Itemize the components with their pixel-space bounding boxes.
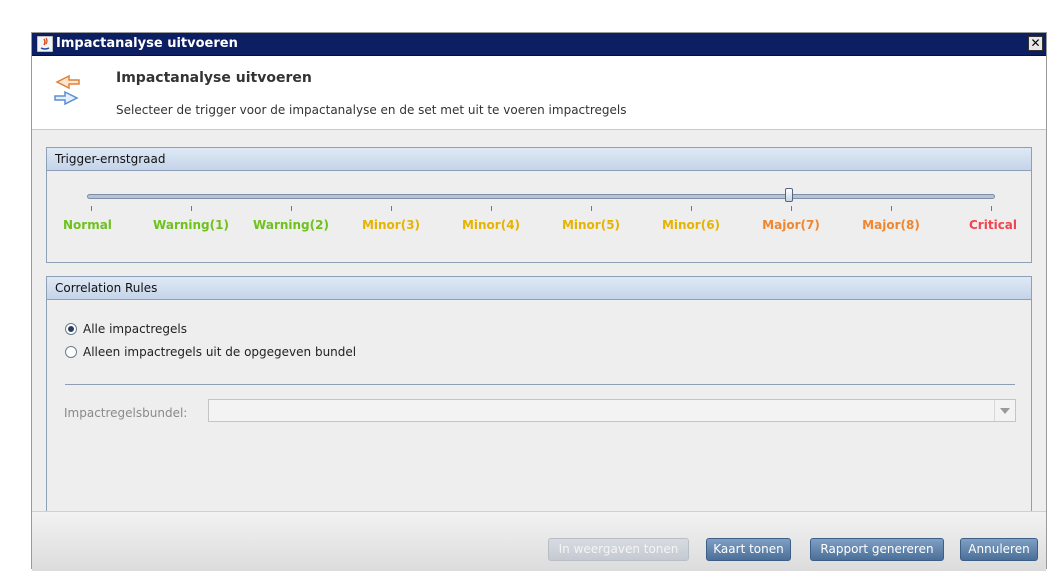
java-app-icon <box>37 36 53 52</box>
severity-tick <box>991 206 992 211</box>
radio-button-all-rules[interactable] <box>65 323 77 335</box>
close-icon: ✕ <box>1030 36 1041 50</box>
severity-label[interactable]: Minor(3) <box>362 218 420 232</box>
show-map-button[interactable]: Kaart tonen <box>706 538 791 561</box>
panel-title-correlation-rules: Correlation Rules <box>47 277 1031 300</box>
generate-report-button[interactable]: Rapport genereren <box>810 538 944 561</box>
desktop-background <box>0 0 1062 30</box>
window-title: Impactanalyse uitvoeren <box>56 36 238 51</box>
chevron-down-icon[interactable] <box>994 400 1015 421</box>
header-title: Impactanalyse uitvoeren <box>116 70 312 86</box>
radio-label-bundle-rules: Alleen impactregels uit de opgegeven bun… <box>83 345 357 359</box>
severity-tick <box>91 206 92 211</box>
severity-label[interactable]: Minor(6) <box>662 218 720 232</box>
radio-button-bundle-rules[interactable] <box>65 346 77 358</box>
severity-label[interactable]: Major(8) <box>862 218 920 232</box>
severity-label[interactable]: Warning(2) <box>253 218 329 232</box>
exchange-arrows-icon <box>54 74 80 106</box>
close-button[interactable]: ✕ <box>1028 36 1043 51</box>
bundle-label: Impactregelsbundel: <box>64 406 188 420</box>
title-bar[interactable]: Impactanalyse uitvoeren ✕ <box>32 33 1046 56</box>
correlation-rules-panel: Correlation Rules Alle impactregels Alle… <box>46 276 1032 526</box>
severity-tick <box>191 206 192 211</box>
severity-tick <box>591 206 592 211</box>
impact-analysis-dialog: Impactanalyse uitvoeren ✕ Impactanalyse … <box>31 32 1047 571</box>
button-bar: In weergaven tonen Kaart tonen Rapport g… <box>32 511 1046 571</box>
show-in-views-button[interactable]: In weergaven tonen <box>548 538 689 561</box>
radio-bundle-rules[interactable]: Alleen impactregels uit de opgegeven bun… <box>65 344 356 360</box>
header-subtitle: Selecteer de trigger voor de impactanaly… <box>116 103 627 117</box>
severity-slider-track[interactable] <box>87 194 995 199</box>
severity-slider-handle[interactable] <box>785 188 793 202</box>
divider <box>65 384 1015 385</box>
severity-tick <box>291 206 292 211</box>
severity-tick <box>491 206 492 211</box>
trigger-severity-panel: Trigger-ernstgraad Normal Warning(1) Warni… <box>46 147 1032 263</box>
radio-all-rules[interactable]: Alle impactregels <box>65 321 187 337</box>
severity-label[interactable]: Critical <box>969 218 1017 232</box>
panel-title-trigger-severity: Trigger-ernstgraad <box>47 148 1031 171</box>
severity-label[interactable]: Normal <box>63 218 112 232</box>
severity-label[interactable]: Minor(4) <box>462 218 520 232</box>
severity-label[interactable]: Major(7) <box>762 218 820 232</box>
cancel-button[interactable]: Annuleren <box>960 538 1038 561</box>
severity-tick <box>791 206 792 211</box>
severity-tick <box>691 206 692 211</box>
severity-tick <box>391 206 392 211</box>
severity-tick <box>891 206 892 211</box>
bundle-select[interactable] <box>208 399 1016 422</box>
severity-label[interactable]: Warning(1) <box>153 218 229 232</box>
radio-label-all-rules: Alle impactregels <box>83 322 188 336</box>
severity-label[interactable]: Minor(5) <box>562 218 620 232</box>
header-banner: Impactanalyse uitvoeren Selecteer de tri… <box>32 56 1046 130</box>
